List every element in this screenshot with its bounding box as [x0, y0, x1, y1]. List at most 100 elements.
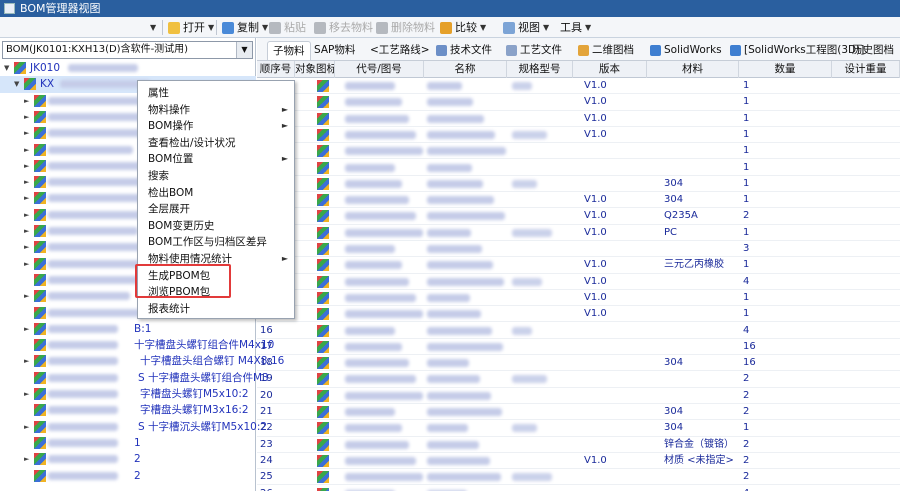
tab-0[interactable]: 子物料: [267, 41, 311, 60]
open-button[interactable]: 打开 ▼: [168, 19, 214, 36]
expand-toggle-icon[interactable]: ►: [24, 386, 29, 402]
table-row[interactable]: 24 V1.0 材质 <未指定> 2: [257, 453, 900, 470]
tab-2[interactable]: <工艺路线>: [365, 41, 435, 60]
column-header[interactable]: 规格型号: [507, 61, 573, 78]
table-row[interactable]: 19 2: [257, 371, 900, 388]
dropdown-arrow-button[interactable]: ▼: [150, 19, 156, 36]
tab-5[interactable]: 二维图档: [573, 41, 639, 60]
blurred-name: [427, 98, 473, 107]
table-row[interactable]: 1: [257, 160, 900, 176]
paste-button[interactable]: 粘贴: [269, 19, 306, 36]
table-row[interactable]: V1.0 1: [257, 127, 900, 144]
menu-item-0[interactable]: 属性: [138, 85, 294, 102]
tree-node-label: 十字槽盘头螺钉组合件M4x10: [134, 339, 275, 352]
menu-item-8[interactable]: BOM变更历史: [138, 218, 294, 235]
tree-node[interactable]: ► 字槽盘头螺钉M5x10:2: [0, 386, 256, 402]
expand-toggle-icon[interactable]: ►: [24, 353, 29, 369]
expand-toggle-icon[interactable]: ►: [24, 93, 29, 109]
menu-item-9[interactable]: BOM工作区与归档区差异: [138, 234, 294, 251]
column-header[interactable]: 对象图标: [295, 61, 335, 78]
expand-toggle-icon[interactable]: ►: [24, 321, 29, 337]
table-row[interactable]: 16 4: [257, 323, 900, 339]
table-row[interactable]: V1.0 1: [257, 306, 900, 323]
table-row[interactable]: 21 304 2: [257, 404, 900, 421]
expand-toggle-icon[interactable]: ►: [24, 142, 29, 158]
table-row[interactable]: 18 304 16: [257, 355, 900, 372]
tab-8[interactable]: 历史图档: [847, 41, 899, 60]
expand-toggle-icon[interactable]: ►: [24, 109, 29, 125]
menu-item-2[interactable]: BOM操作 ►: [138, 118, 294, 135]
table-row[interactable]: V1.0 1: [257, 94, 900, 111]
expand-toggle-icon[interactable]: ►: [24, 174, 29, 190]
menu-item-1[interactable]: 物料操作 ►: [138, 102, 294, 119]
tab-label: SAP物料: [314, 44, 356, 56]
expand-toggle-icon[interactable]: ►: [24, 125, 29, 141]
expand-toggle-icon[interactable]: ►: [24, 158, 29, 174]
expand-toggle-icon[interactable]: ►: [24, 288, 29, 304]
copy-button[interactable]: 复制 ▼: [222, 19, 268, 36]
tree-node[interactable]: ▼ JK010: [0, 60, 256, 76]
column-header[interactable]: 顺序号: [257, 61, 295, 78]
column-header[interactable]: 设计重量: [832, 61, 900, 78]
table-row[interactable]: V1.0 Q235A 2: [257, 208, 900, 225]
tab-6[interactable]: SolidWorks: [645, 41, 727, 60]
expand-toggle-icon[interactable]: ►: [24, 223, 29, 239]
tab-1[interactable]: SAP物料: [309, 41, 360, 60]
tools-button[interactable]: 工具 ▼: [560, 19, 591, 36]
column-header[interactable]: 材料: [647, 61, 739, 78]
tree-node[interactable]: 字槽盘头螺钉M3x16:2: [0, 402, 256, 418]
menu-item-6[interactable]: 检出BOM: [138, 185, 294, 202]
table-row[interactable]: 26 4: [257, 486, 900, 491]
table-row[interactable]: 1: [257, 143, 900, 160]
tree-node[interactable]: ► 十字槽盘头组合螺钉 M4X8:16: [0, 353, 284, 369]
tab-4[interactable]: 工艺文件: [501, 41, 567, 60]
quantity-cell: 1: [743, 259, 750, 271]
chevron-down-icon[interactable]: ▼: [236, 42, 252, 58]
table-row[interactable]: 3: [257, 241, 900, 258]
view-button[interactable]: 视图 ▼: [503, 19, 549, 36]
expand-toggle-icon[interactable]: ►: [24, 207, 29, 223]
table-row[interactable]: V1.0 三元乙丙橡胶 1: [257, 257, 900, 274]
expand-toggle-icon[interactable]: ►: [24, 451, 29, 467]
column-header[interactable]: 数量: [739, 61, 832, 78]
table-row[interactable]: 22 304 1: [257, 420, 900, 437]
table-row[interactable]: V1.0 4: [257, 274, 900, 290]
table-row[interactable]: 20 2: [257, 388, 900, 404]
tree-node[interactable]: 1: [0, 435, 256, 451]
move-material-button[interactable]: 移去物料: [314, 19, 373, 36]
column-header[interactable]: 代号/图号: [335, 61, 424, 78]
expand-toggle-icon[interactable]: ►: [24, 239, 29, 255]
tree-node[interactable]: 十字槽盘头螺钉组合件M4x10: [0, 337, 274, 353]
menu-item-7[interactable]: 全层展开: [138, 201, 294, 218]
menu-item-4[interactable]: BOM位置 ►: [138, 151, 294, 168]
blurred-name: [427, 228, 471, 237]
table-row[interactable]: V1.0 1: [257, 290, 900, 307]
table-row[interactable]: 17 16: [257, 339, 900, 356]
table-row[interactable]: 25 2: [257, 469, 900, 486]
delete-material-button[interactable]: 删除物料: [376, 19, 435, 36]
table-row[interactable]: V1.0 304 1: [257, 192, 900, 209]
column-header[interactable]: 名称: [424, 61, 507, 78]
table-row[interactable]: 23 锌合金（镀铬） 2: [257, 437, 900, 453]
tab-3[interactable]: 技术文件: [431, 41, 497, 60]
table-row[interactable]: 304 1: [257, 176, 900, 193]
bom-selector[interactable]: BOM(JK0101:KXH13(D)含软件-测试用) ▼: [2, 41, 253, 59]
compare-button[interactable]: 比较 ▼: [440, 19, 486, 36]
table-row[interactable]: V1.0 1: [257, 78, 900, 95]
expand-toggle-icon[interactable]: ►: [24, 256, 29, 272]
menu-item-13[interactable]: 报表统计: [138, 301, 294, 318]
tree-node[interactable]: ► 2: [0, 451, 256, 467]
tree-node[interactable]: ► B:1: [0, 321, 256, 337]
expand-toggle-icon[interactable]: ►: [24, 190, 29, 206]
menu-item-5[interactable]: 搜索: [138, 168, 294, 185]
expand-toggle-icon[interactable]: ▼: [4, 60, 9, 76]
column-header[interactable]: 版本: [573, 61, 647, 78]
expand-toggle-icon[interactable]: ►: [24, 419, 29, 435]
table-row[interactable]: V1.0 1: [257, 111, 900, 127]
tree-node[interactable]: ► S 十字槽沉头螺钉M5x10:2: [0, 419, 267, 435]
tree-node[interactable]: S 十字槽盘头螺钉组合件M3: [0, 370, 269, 386]
table-row[interactable]: V1.0 PC 1: [257, 225, 900, 241]
expand-toggle-icon[interactable]: ▼: [14, 76, 19, 92]
tree-node[interactable]: 2: [0, 468, 256, 484]
menu-item-3[interactable]: 查看检出/设计状况: [138, 135, 294, 152]
